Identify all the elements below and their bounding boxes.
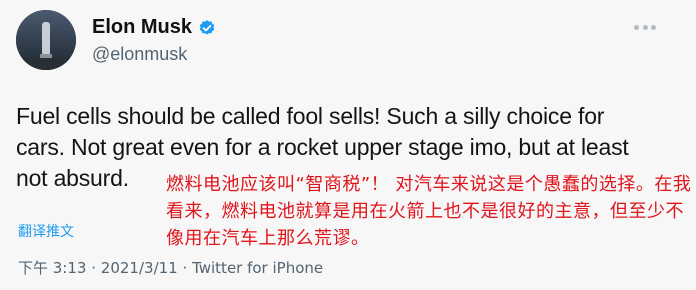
- tweet-date[interactable]: 2021/3/11: [101, 259, 178, 277]
- translate-tweet-link[interactable]: 翻译推文: [18, 221, 74, 241]
- verified-badge-icon: [199, 19, 215, 35]
- avatar-image: [16, 10, 76, 70]
- tweet-time[interactable]: 下午 3:13: [18, 259, 86, 277]
- more-options-icon[interactable]: [634, 24, 656, 30]
- meta-separator: ·: [182, 259, 188, 277]
- author-handle[interactable]: @elonmusk: [92, 44, 187, 65]
- chinese-translation-annotation: 燃料电池应该叫“智商税”！ 对汽车来说这是个愚蠢的选择。在我看来，燃料电池就算是…: [166, 174, 692, 249]
- tweet-text-line: Fuel cells should be called fool sells! …: [16, 103, 605, 129]
- meta-separator: ·: [91, 259, 97, 277]
- author-name-row: Elon Musk: [92, 16, 216, 39]
- tweet-card: Elon Musk @elonmusk Fuel cells should be…: [0, 0, 696, 290]
- tweet-metadata: 下午 3:13 · 2021/3/11 · Twitter for iPhone: [18, 257, 323, 278]
- avatar[interactable]: [16, 10, 76, 70]
- tweet-source[interactable]: Twitter for iPhone: [192, 259, 323, 277]
- tweet-text-line: cars. Not great even for a rocket upper …: [16, 134, 629, 160]
- display-name[interactable]: Elon Musk: [92, 16, 192, 39]
